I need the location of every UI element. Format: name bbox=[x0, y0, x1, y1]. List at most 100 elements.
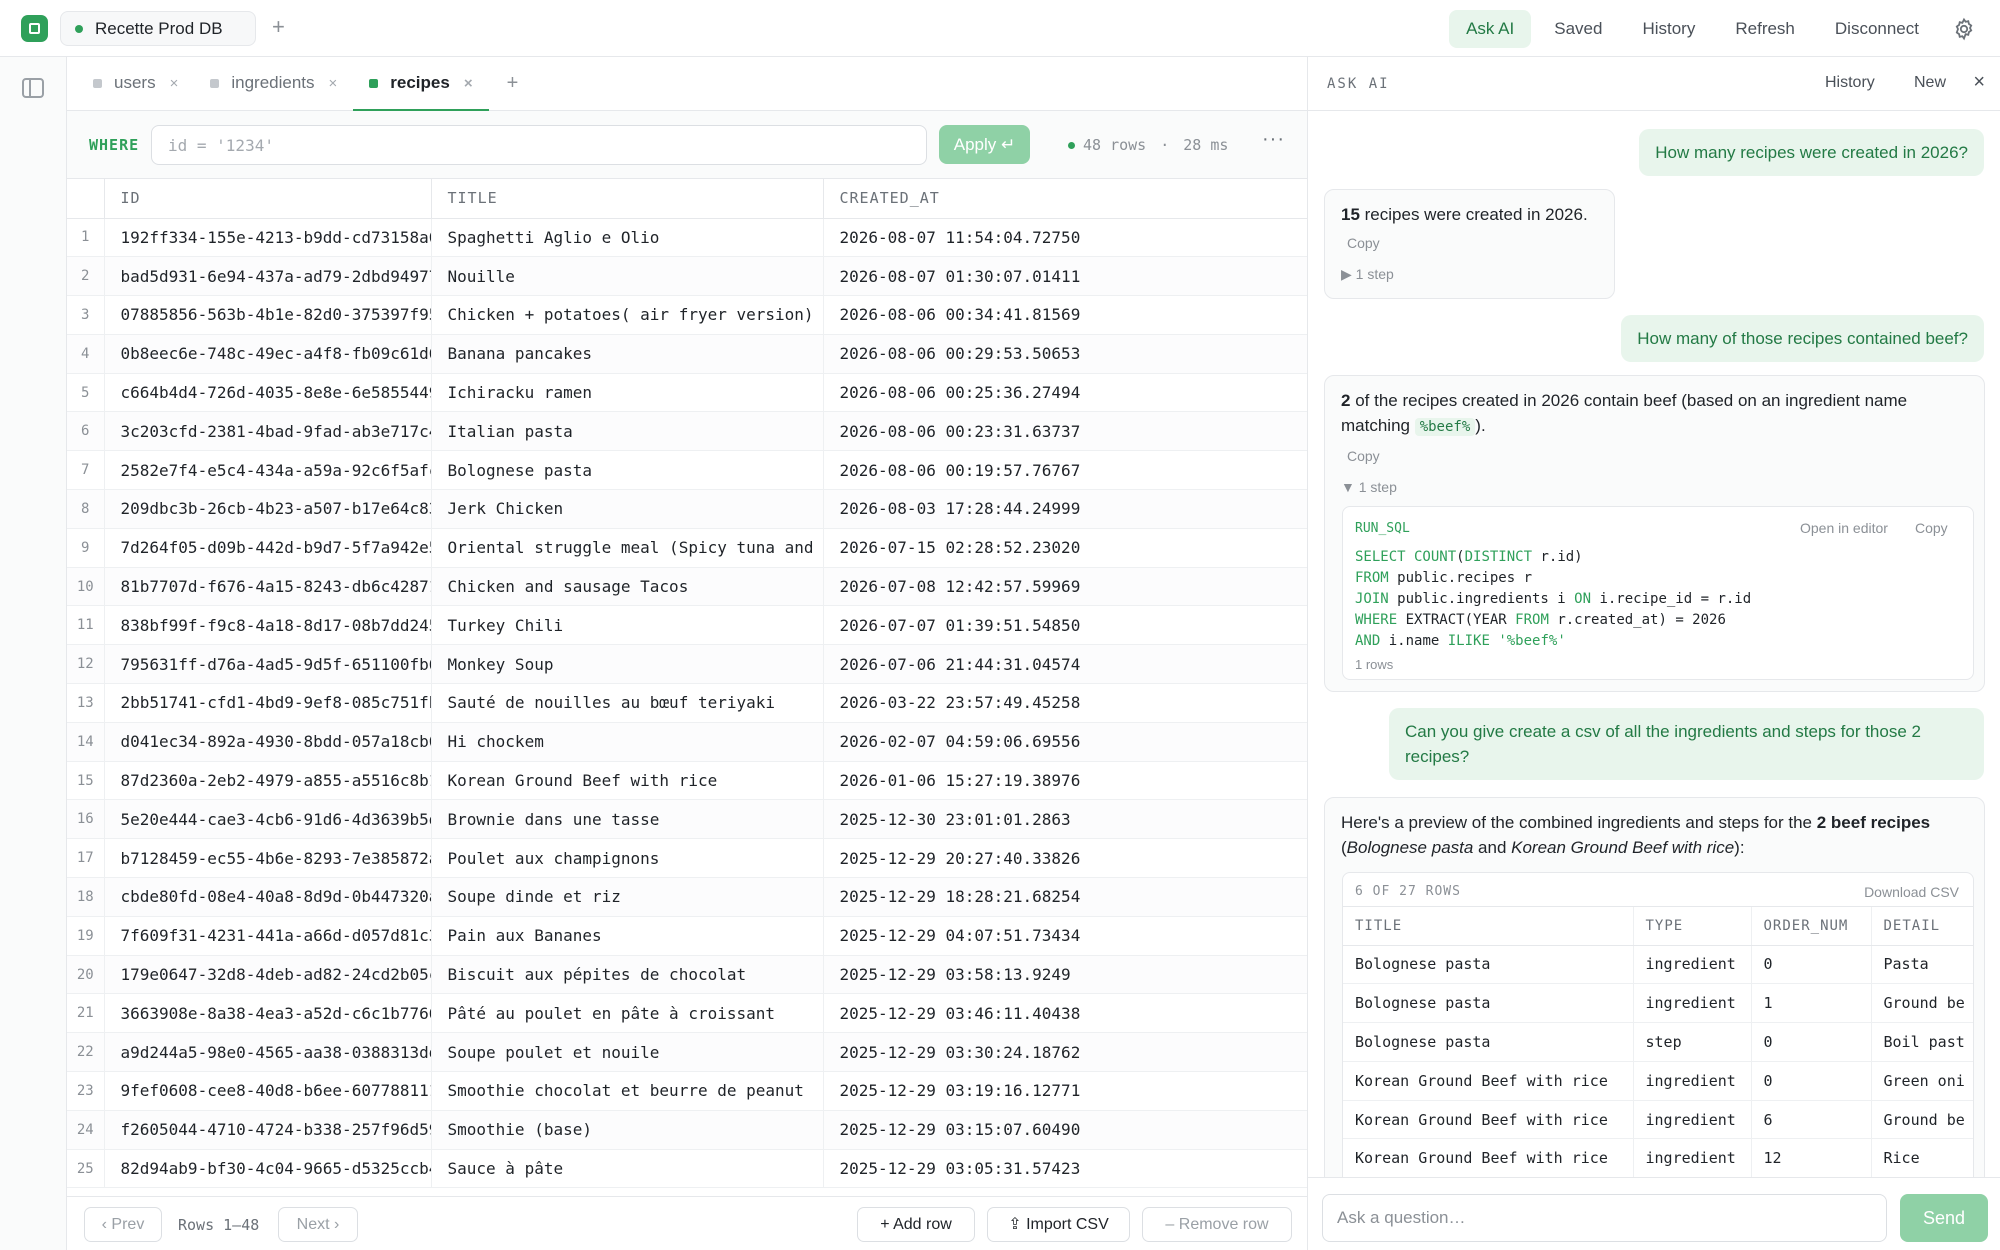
ai-history-button[interactable]: History bbox=[1825, 74, 1875, 92]
cell-title[interactable]: Soupe dinde et riz bbox=[431, 877, 824, 917]
disconnect-button[interactable]: Disconnect bbox=[1818, 10, 1936, 48]
cell-id[interactable]: 3663908e-8a38-4ea3-a52d-c6c1b7766d90 bbox=[104, 993, 432, 1034]
table-row[interactable]: 20179e0647-32d8-4deb-ad82-24cd2b05c119Bi… bbox=[67, 955, 1307, 995]
tab-users[interactable]: users × bbox=[91, 56, 194, 110]
cell-title[interactable]: Biscuit aux pépites de chocolat bbox=[431, 955, 824, 995]
cell-title[interactable]: Ichiracku ramen bbox=[431, 373, 824, 413]
prev-page-button[interactable]: ‹ Prev bbox=[84, 1207, 162, 1242]
cell-title[interactable]: Pain aux Bananes bbox=[431, 916, 824, 956]
download-csv-button[interactable]: Download CSV bbox=[1864, 884, 1959, 900]
cell-created-at[interactable]: 2026-01-06 15:27:19.38976 bbox=[823, 761, 1307, 801]
step-toggle[interactable]: ▶ 1 step bbox=[1341, 262, 1598, 287]
cell-id[interactable]: 87d2360a-2eb2-4979-a855-a5516c8b1e0a bbox=[104, 761, 432, 801]
toggle-sidebar-icon[interactable] bbox=[22, 78, 44, 98]
cell-id[interactable]: 07885856-563b-4b1e-82d0-375397f953d2 bbox=[104, 295, 432, 335]
cell-id[interactable]: 2bb51741-cfd1-4bd9-9ef8-085c751fbd34 bbox=[104, 683, 432, 723]
cell-created-at[interactable]: 2025-12-29 18:28:21.68254 bbox=[823, 877, 1307, 917]
cell-title[interactable]: Smoothie chocolat et beurre de peanut bbox=[431, 1071, 824, 1111]
cell-id[interactable]: d041ec34-892a-4930-8bdd-057a18cb0d2f bbox=[104, 722, 432, 762]
cell-title[interactable]: Chicken and sausage Tacos bbox=[431, 567, 824, 607]
cell-id[interactable]: 9fef0608-cee8-40d8-b6ee-607788111298 bbox=[104, 1071, 432, 1111]
cell-id[interactable]: 3c203cfd-2381-4bad-9fad-ab3e717c4e9f bbox=[104, 411, 432, 452]
table-row[interactable]: 165e20e444-cae3-4cb6-91d6-4d3639b5d9d1Br… bbox=[67, 799, 1307, 840]
cell-created-at[interactable]: 2026-08-06 00:19:57.76767 bbox=[823, 450, 1307, 491]
cell-created-at[interactable]: 2026-07-07 01:39:51.54850 bbox=[823, 605, 1307, 646]
import-csv-button[interactable]: ⇪ Import CSV bbox=[987, 1207, 1130, 1242]
cell-id[interactable]: 795631ff-d76a-4ad5-9d5f-651100fb6e2c bbox=[104, 644, 432, 685]
cell-title[interactable]: Poulet aux champignons bbox=[431, 838, 824, 879]
table-row[interactable]: 22a9d244a5-98e0-4565-aa38-0388313dd537So… bbox=[67, 1032, 1307, 1073]
cell-title[interactable]: Pâté au poulet en pâte à croissant bbox=[431, 993, 824, 1034]
step-toggle[interactable]: ▼ 1 step bbox=[1341, 475, 1968, 500]
cell-created-at[interactable]: 2025-12-29 03:05:31.57423 bbox=[823, 1149, 1307, 1189]
cell-id[interactable]: 7f609f31-4231-441a-a66d-d057d81c38d9 bbox=[104, 916, 432, 956]
column-header-created-at[interactable]: CREATED_AT bbox=[823, 179, 1307, 219]
cell-id[interactable]: c664b4d4-726d-4035-8e8e-6e5855449c81 bbox=[104, 373, 432, 413]
cell-title[interactable]: Turkey Chili bbox=[431, 605, 824, 646]
connection-selector[interactable]: Recette Prod DB bbox=[60, 11, 256, 46]
cell-id[interactable]: 2582e7f4-e5c4-434a-a59a-92c6f5afc482 bbox=[104, 450, 432, 491]
cell-title[interactable]: Sauce à pâte bbox=[431, 1149, 824, 1189]
cell-id[interactable]: 82d94ab9-bf30-4c04-9665-d5325ccb4e39 bbox=[104, 1149, 432, 1189]
cell-title[interactable]: Hi chockem bbox=[431, 722, 824, 762]
cell-id[interactable]: bad5d931-6e94-437a-ad79-2dbd94977f20 bbox=[104, 256, 432, 297]
cell-created-at[interactable]: 2026-08-06 00:34:41.81569 bbox=[823, 295, 1307, 335]
table-row[interactable]: 8209dbc3b-26cb-4b23-a507-b17e64c83d36Jer… bbox=[67, 489, 1307, 529]
cell-id[interactable]: 209dbc3b-26cb-4b23-a507-b17e64c83d36 bbox=[104, 489, 432, 529]
copy-button[interactable]: Copy bbox=[1347, 231, 1598, 256]
table-row[interactable]: 213663908e-8a38-4ea3-a52d-c6c1b7766d90Pâ… bbox=[67, 993, 1307, 1034]
table-row[interactable]: 1587d2360a-2eb2-4979-a855-a5516c8b1e0aKo… bbox=[67, 761, 1307, 801]
table-row[interactable]: 72582e7f4-e5c4-434a-a59a-92c6f5afc482Bol… bbox=[67, 450, 1307, 491]
copy-sql-button[interactable]: Copy bbox=[1915, 520, 1948, 536]
cell-title[interactable]: Chicken + potatoes( air fryer version) bbox=[431, 295, 824, 335]
cell-title[interactable]: Bolognese pasta bbox=[431, 450, 824, 491]
next-page-button[interactable]: Next › bbox=[278, 1207, 358, 1242]
tab-recipes[interactable]: recipes × bbox=[353, 56, 489, 111]
column-header-title[interactable]: TITLE bbox=[431, 179, 824, 219]
ai-new-button[interactable]: New bbox=[1914, 74, 1946, 92]
close-tab-icon[interactable]: × bbox=[170, 75, 179, 92]
table-row[interactable]: 1192ff334-155e-4213-b9dd-cd73158a080bSpa… bbox=[67, 218, 1307, 258]
open-in-editor-button[interactable]: Open in editor bbox=[1800, 520, 1888, 536]
cell-title[interactable]: Spaghetti Aglio e Olio bbox=[431, 218, 824, 258]
remove-row-button[interactable]: – Remove row bbox=[1142, 1207, 1292, 1242]
cell-created-at[interactable]: 2026-03-22 23:57:49.45258 bbox=[823, 683, 1307, 723]
table-row[interactable]: 18cbde80fd-08e4-40a8-8d9d-0b447320a65dSo… bbox=[67, 877, 1307, 917]
table-row[interactable]: 1081b7707d-f676-4a15-8243-db6c42871eabCh… bbox=[67, 567, 1307, 607]
cell-created-at[interactable]: 2026-02-07 04:59:06.69556 bbox=[823, 722, 1307, 762]
cell-id[interactable]: cbde80fd-08e4-40a8-8d9d-0b447320a65d bbox=[104, 877, 432, 917]
table-row[interactable]: 132bb51741-cfd1-4bd9-9ef8-085c751fbd34Sa… bbox=[67, 683, 1307, 723]
add-connection-button[interactable]: + bbox=[272, 14, 285, 40]
cell-id[interactable]: b7128459-ec55-4b6e-8293-7e385872aa51 bbox=[104, 838, 432, 879]
refresh-button[interactable]: Refresh bbox=[1718, 10, 1812, 48]
table-row[interactable]: 14d041ec34-892a-4930-8bdd-057a18cb0d2fHi… bbox=[67, 722, 1307, 762]
cell-id[interactable]: 179e0647-32d8-4deb-ad82-24cd2b05c119 bbox=[104, 955, 432, 995]
add-tab-button[interactable]: + bbox=[507, 56, 519, 110]
cell-created-at[interactable]: 2026-08-07 01:30:07.01411 bbox=[823, 256, 1307, 297]
cell-title[interactable]: Sauté de nouilles au bœuf teriyaki bbox=[431, 683, 824, 723]
table-row[interactable]: 97d264f05-d09b-442d-b9d7-5f7a942e5d93Ori… bbox=[67, 528, 1307, 568]
cell-title[interactable]: Oriental struggle meal (Spicy tuna and r… bbox=[431, 528, 824, 568]
table-row[interactable]: 12795631ff-d76a-4ad5-9d5f-651100fb6e2cMo… bbox=[67, 644, 1307, 685]
ask-ai-button[interactable]: Ask AI bbox=[1449, 10, 1532, 48]
tab-ingredients[interactable]: ingredients × bbox=[208, 56, 353, 110]
ask-question-input[interactable] bbox=[1322, 1194, 1887, 1242]
cell-id[interactable]: 7d264f05-d09b-442d-b9d7-5f7a942e5d93 bbox=[104, 528, 432, 568]
cell-id[interactable]: a9d244a5-98e0-4565-aa38-0388313dd537 bbox=[104, 1032, 432, 1073]
cell-created-at[interactable]: 2026-07-06 21:44:31.04574 bbox=[823, 644, 1307, 685]
apply-button[interactable]: Apply ↵ bbox=[939, 125, 1030, 164]
cell-created-at[interactable]: 2025-12-29 20:27:40.33826 bbox=[823, 838, 1307, 879]
cell-created-at[interactable]: 2026-07-15 02:28:52.23020 bbox=[823, 528, 1307, 568]
table-row[interactable]: 40b8eec6e-748c-49ec-a4f8-fb09c61d65c6Ban… bbox=[67, 334, 1307, 374]
table-row[interactable]: 239fef0608-cee8-40d8-b6ee-607788111298Sm… bbox=[67, 1071, 1307, 1111]
cell-title[interactable]: Soupe poulet et nouile bbox=[431, 1032, 824, 1073]
table-row[interactable]: 11838bf99f-f9c8-4a18-8d17-08b7dd24542bTu… bbox=[67, 605, 1307, 646]
send-button[interactable]: Send bbox=[1900, 1194, 1988, 1242]
cell-id[interactable]: f2605044-4710-4724-b338-257f96d59c26 bbox=[104, 1110, 432, 1150]
cell-title[interactable]: Italian pasta bbox=[431, 411, 824, 452]
cell-title[interactable]: Smoothie (base) bbox=[431, 1110, 824, 1150]
table-row[interactable]: 2bad5d931-6e94-437a-ad79-2dbd94977f20Nou… bbox=[67, 256, 1307, 297]
cell-created-at[interactable]: 2026-07-08 12:42:57.59969 bbox=[823, 567, 1307, 607]
cell-id[interactable]: 0b8eec6e-748c-49ec-a4f8-fb09c61d65c6 bbox=[104, 334, 432, 374]
table-row[interactable]: 197f609f31-4231-441a-a66d-d057d81c38d9Pa… bbox=[67, 916, 1307, 956]
